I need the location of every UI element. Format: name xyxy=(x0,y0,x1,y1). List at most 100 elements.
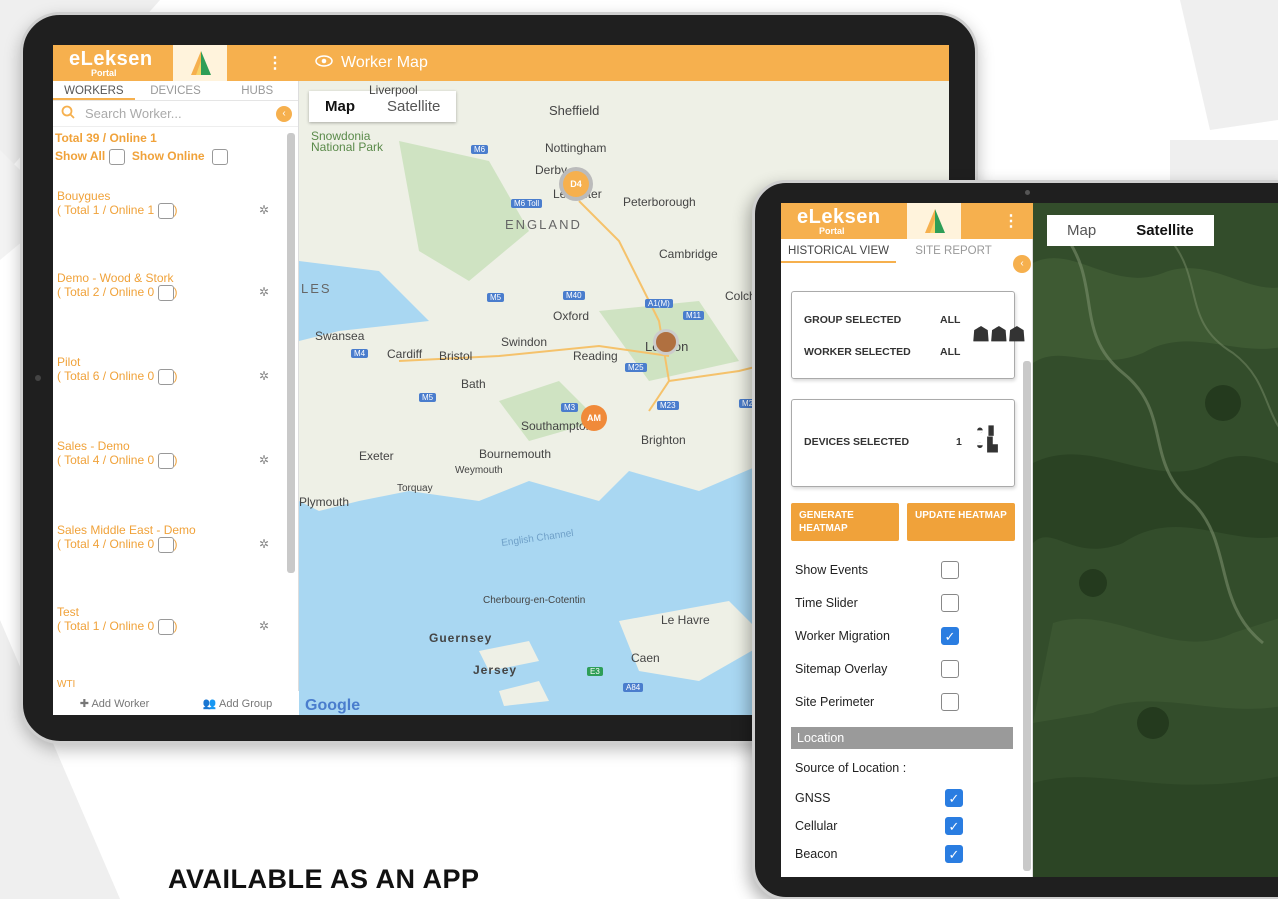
show-all-checkbox[interactable] xyxy=(108,149,125,165)
road-badge: M3 xyxy=(561,403,579,412)
group-checkbox[interactable] xyxy=(157,537,174,553)
gear-icon[interactable]: ✲ xyxy=(259,537,269,551)
group-bouygues[interactable]: Bouygues( Total 1 / Online 1 ) xyxy=(57,189,178,219)
road-badge: A1(M) xyxy=(645,299,673,308)
worker-avatar-marker[interactable] xyxy=(653,329,679,355)
camera-dot xyxy=(1025,190,1030,195)
selection-card[interactable]: GROUP SELECTED ALL WORKER SELECTED ALL ☗… xyxy=(791,291,1026,379)
map-type-toggle: Map Satellite xyxy=(1047,215,1214,246)
page-title: Worker Map xyxy=(297,54,428,72)
more-menu-icon[interactable]: ⋮ xyxy=(227,53,297,73)
show-online-checkbox[interactable] xyxy=(211,149,228,165)
add-group-icon: 👥 xyxy=(202,697,217,710)
sitemap-overlay-checkbox[interactable] xyxy=(941,660,959,678)
historical-tabs: HISTORICAL VIEW SITE REPORT xyxy=(781,239,1011,263)
tab-site-report[interactable]: SITE REPORT xyxy=(896,239,1011,263)
road-badge: E3 xyxy=(587,667,603,676)
generate-heatmap-button[interactable]: GENERATE HEATMAP xyxy=(791,503,899,541)
map-label: Cambridge xyxy=(659,247,718,261)
add-worker-button[interactable]: ✚ Add Worker xyxy=(80,697,150,710)
map-label: Le Havre xyxy=(661,613,710,627)
map-label: Nottingham xyxy=(545,141,607,155)
group-checkbox[interactable] xyxy=(157,285,174,301)
map-label: Weymouth xyxy=(455,465,503,476)
devices-icon: ◓ ▮ ◒ ▙ xyxy=(976,422,998,452)
option-label: Sitemap Overlay xyxy=(795,662,888,676)
add-group-button[interactable]: 👥 Add Group xyxy=(203,697,272,710)
group-wti[interactable]: WTI xyxy=(57,679,75,690)
tab-workers[interactable]: WORKERS xyxy=(53,81,135,100)
option-label: Show Events xyxy=(795,563,868,577)
source-label: Beacon xyxy=(795,847,838,861)
tab-hubs[interactable]: HUBS xyxy=(216,81,298,100)
add-person-icon: ✚ xyxy=(79,697,89,710)
beacon-checkbox[interactable]: ✓ xyxy=(945,845,963,863)
app-logo: eLeksen Portal xyxy=(797,205,881,236)
road-badge: M11 xyxy=(683,311,704,320)
filter-row: Show All Show Online xyxy=(53,149,298,165)
group-checkbox[interactable] xyxy=(157,453,174,469)
group-test[interactable]: Test( Total 1 / Online 0 ) xyxy=(57,605,178,635)
app-logo: eLeksen Portal xyxy=(69,47,153,78)
group-checkbox[interactable] xyxy=(157,369,174,385)
show-events-checkbox[interactable] xyxy=(941,561,959,579)
gnss-checkbox[interactable]: ✓ xyxy=(945,789,963,807)
panel-scrollbar[interactable] xyxy=(1023,361,1031,871)
more-menu-icon[interactable]: ⋮ xyxy=(961,211,1033,231)
site-perimeter-checkbox[interactable] xyxy=(941,693,959,711)
option-label: Worker Migration xyxy=(795,629,890,643)
brand-flag-icon xyxy=(173,45,227,81)
map-label: Plymouth xyxy=(299,495,350,509)
source-of-location-label: Source of Location : xyxy=(795,761,907,775)
collapse-chevron-icon[interactable]: ‹ xyxy=(276,106,292,122)
road-badge: M4 xyxy=(351,349,369,358)
map-label: Swindon xyxy=(501,335,548,349)
map-label: Oxford xyxy=(553,309,590,323)
map-label: Guernsey xyxy=(429,631,493,645)
sidebar-tabs: WORKERS DEVICES HUBS xyxy=(53,81,298,101)
gear-icon[interactable]: ✲ xyxy=(259,369,269,383)
map-label: Caen xyxy=(631,651,660,665)
group-demo-wood-stork[interactable]: Demo - Wood & Stork( Total 2 / Online 0 … xyxy=(57,271,178,301)
time-slider-checkbox[interactable] xyxy=(941,594,959,612)
gear-icon[interactable]: ✲ xyxy=(259,285,269,299)
source-label: GNSS xyxy=(795,791,831,805)
satellite-map[interactable]: Map Satellite xyxy=(1033,203,1278,877)
map-label: Swansea xyxy=(315,329,365,343)
worker-migration-checkbox[interactable]: ✓ xyxy=(941,627,959,645)
map-type-satellite[interactable]: Satellite xyxy=(1116,215,1214,246)
tablet-screen: eLeksen Portal ⋮ HISTORICAL VIEW SITE RE… xyxy=(781,203,1278,877)
group-sales-middle-east[interactable]: Sales Middle East - Demo( Total 4 / Onli… xyxy=(57,523,196,553)
search-input[interactable]: Search Worker... xyxy=(85,106,182,121)
brand-flag-icon xyxy=(907,203,961,239)
map-label: Liverpool xyxy=(369,83,418,97)
group-checkbox[interactable] xyxy=(157,619,174,635)
tab-historical-view[interactable]: HISTORICAL VIEW xyxy=(781,239,896,263)
group-checkbox[interactable] xyxy=(157,203,174,219)
map-label: Cherbourg-en-Cotentin xyxy=(483,595,586,606)
worker-marker[interactable]: AM xyxy=(581,405,607,431)
worker-marker[interactable]: D4 xyxy=(563,171,589,197)
road-badge: M6 xyxy=(471,145,489,154)
tab-devices[interactable]: DEVICES xyxy=(135,81,217,100)
map-type-map[interactable]: Map xyxy=(309,91,371,122)
option-label: Time Slider xyxy=(795,596,858,610)
gear-icon[interactable]: ✲ xyxy=(259,619,269,633)
map-label: Exeter xyxy=(359,449,394,463)
update-heatmap-button[interactable]: UPDATE HEATMAP xyxy=(907,503,1015,541)
road-badge: M5 xyxy=(419,393,437,402)
group-sales-demo[interactable]: Sales - Demo( Total 4 / Online 0 ) xyxy=(57,439,178,469)
devices-card[interactable]: DEVICES SELECTED 1 ◓ ▮ ◒ ▙ xyxy=(791,399,1015,487)
sidebar-scrollbar[interactable] xyxy=(287,133,295,573)
map-label: Bristol xyxy=(439,349,473,363)
collapse-chevron-icon[interactable]: ‹ xyxy=(1013,255,1031,273)
map-label: Sheffield xyxy=(549,103,600,118)
satellite-terrain xyxy=(1033,203,1278,877)
road-badge: A84 xyxy=(623,683,644,692)
gear-icon[interactable]: ✲ xyxy=(259,453,269,467)
map-type-map[interactable]: Map xyxy=(1047,215,1116,246)
cellular-checkbox[interactable]: ✓ xyxy=(945,817,963,835)
road-badge: M23 xyxy=(657,401,679,410)
gear-icon[interactable]: ✲ xyxy=(259,203,269,217)
group-pilot[interactable]: Pilot( Total 6 / Online 0 ) xyxy=(57,355,178,385)
